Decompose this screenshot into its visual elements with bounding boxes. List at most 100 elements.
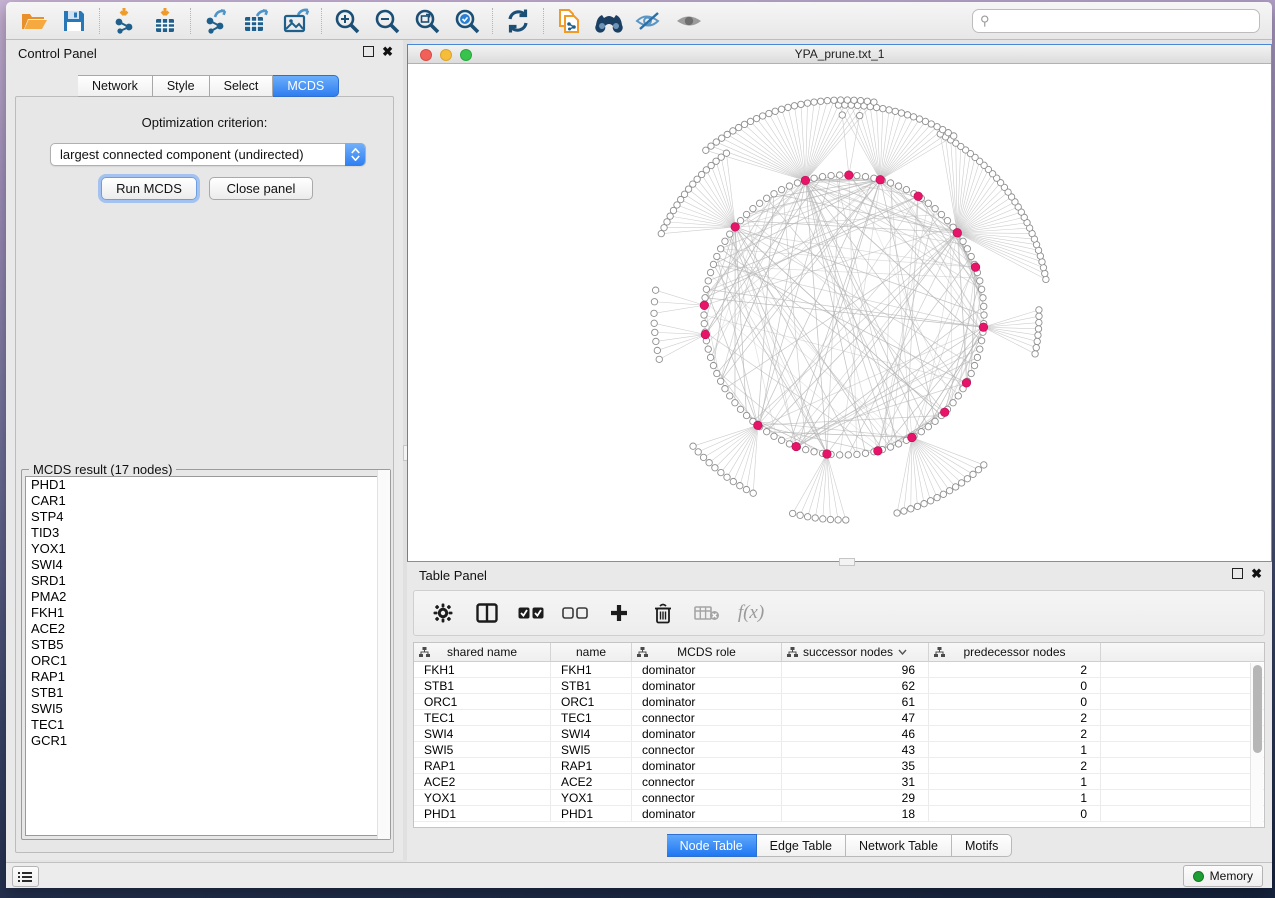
mcds-hub-node[interactable] [979, 323, 988, 332]
network-leaf-node[interactable] [827, 516, 833, 522]
mcds-hub-node[interactable] [823, 450, 832, 459]
import-table-icon[interactable] [145, 5, 185, 37]
network-node[interactable] [707, 269, 713, 275]
network-leaf-node[interactable] [844, 97, 850, 103]
cell-shared_name[interactable]: ORC1 [414, 694, 551, 709]
table-panel-tab[interactable]: Edge Table [757, 834, 846, 857]
task-history-button[interactable] [12, 866, 39, 887]
maximize-window-icon[interactable] [460, 49, 472, 61]
network-leaf-node[interactable] [747, 118, 753, 124]
cell-mcds_role[interactable]: connector [632, 790, 782, 805]
network-leaf-node[interactable] [661, 225, 667, 231]
network-leaf-node[interactable] [724, 474, 730, 480]
search-input[interactable] [972, 9, 1260, 33]
export-network-icon[interactable] [196, 5, 236, 37]
network-leaf-node[interactable] [871, 99, 877, 105]
network-leaf-node[interactable] [651, 320, 657, 326]
network-leaf-node[interactable] [958, 480, 964, 486]
network-node[interactable] [802, 446, 808, 452]
cell-predecessor_nodes[interactable]: 2 [929, 662, 1101, 677]
mcds-hub-node[interactable] [876, 175, 885, 184]
zoom-fit-icon[interactable] [407, 5, 447, 37]
cell-successor_nodes[interactable]: 43 [782, 742, 929, 757]
cell-shared_name[interactable]: RAP1 [414, 758, 551, 773]
network-leaf-node[interactable] [656, 356, 662, 362]
network-node[interactable] [981, 303, 987, 309]
network-node[interactable] [756, 200, 762, 206]
column-header-successor-nodes[interactable]: successor nodes [782, 643, 929, 661]
mcds-hub-node[interactable] [908, 433, 917, 442]
mcds-result-item[interactable]: TEC1 [26, 717, 386, 733]
network-leaf-node[interactable] [1035, 332, 1041, 338]
network-leaf-node[interactable] [651, 310, 657, 316]
network-view-titlebar[interactable]: YPA_prune.txt_1 [408, 45, 1271, 64]
network-leaf-node[interactable] [797, 512, 803, 518]
network-leaf-node[interactable] [927, 498, 933, 504]
table-panel-tab[interactable]: Node Table [667, 834, 757, 857]
mcds-result-item[interactable]: GCR1 [26, 733, 386, 749]
network-leaf-node[interactable] [706, 459, 712, 465]
network-node[interactable] [707, 354, 713, 360]
network-node[interactable] [786, 183, 792, 189]
network-node[interactable] [925, 424, 931, 430]
close-panel-button[interactable]: Close panel [209, 177, 313, 200]
mcds-result-item[interactable]: YOX1 [26, 541, 386, 557]
network-node[interactable] [732, 400, 738, 406]
cell-mcds_role[interactable]: dominator [632, 806, 782, 821]
network-leaf-node[interactable] [916, 116, 922, 122]
cell-name[interactable]: TEC1 [551, 710, 632, 725]
export-image-icon[interactable] [276, 5, 316, 37]
network-leaf-node[interactable] [753, 115, 759, 121]
network-node[interactable] [828, 172, 834, 178]
network-node[interactable] [968, 253, 974, 259]
mcds-hub-node[interactable] [700, 301, 709, 310]
network-leaf-node[interactable] [1036, 307, 1042, 313]
network-leaf-node[interactable] [703, 147, 709, 153]
network-leaf-node[interactable] [981, 462, 987, 468]
network-leaf-node[interactable] [1033, 344, 1039, 350]
mcds-hub-node[interactable] [845, 171, 854, 180]
network-node[interactable] [794, 180, 800, 186]
network-leaf-node[interactable] [1042, 270, 1048, 276]
network-leaf-node[interactable] [652, 329, 658, 335]
search-field[interactable]: ⚲ [972, 9, 1260, 33]
mcds-list-scrollbar[interactable] [377, 470, 390, 839]
cell-name[interactable]: SWI4 [551, 726, 632, 741]
network-node[interactable] [702, 295, 708, 301]
network-node[interactable] [981, 312, 987, 318]
network-leaf-node[interactable] [798, 101, 804, 107]
cell-predecessor_nodes[interactable]: 2 [929, 710, 1101, 725]
network-node[interactable] [701, 312, 707, 318]
network-node[interactable] [895, 441, 901, 447]
network-leaf-node[interactable] [914, 503, 920, 509]
network-node[interactable] [722, 238, 728, 244]
network-node[interactable] [964, 246, 970, 252]
network-node[interactable] [955, 393, 961, 399]
zoom-selected-icon[interactable] [447, 5, 487, 37]
import-network-icon[interactable] [105, 5, 145, 37]
table-row[interactable]: SWI4SWI4dominator462 [414, 726, 1264, 742]
network-node[interactable] [950, 400, 956, 406]
network-leaf-node[interactable] [892, 108, 898, 114]
cell-predecessor_nodes[interactable]: 0 [929, 678, 1101, 693]
mcds-result-list[interactable]: PHD1CAR1STP4TID3YOX1SWI4SRD1PMA2FKH1ACE2… [25, 476, 387, 836]
cell-name[interactable]: FKH1 [551, 662, 632, 677]
control-panel-tab[interactable]: Network [78, 75, 153, 97]
cell-successor_nodes[interactable]: 47 [782, 710, 929, 725]
table-row[interactable]: SWI5SWI5connector431 [414, 742, 1264, 758]
network-node[interactable] [918, 429, 924, 435]
cell-mcds_role[interactable]: dominator [632, 726, 782, 741]
cell-shared_name[interactable]: SWI5 [414, 742, 551, 757]
mcds-hub-node[interactable] [971, 263, 980, 272]
refresh-view-icon[interactable] [498, 5, 538, 37]
network-leaf-node[interactable] [766, 110, 772, 116]
network-node[interactable] [705, 278, 711, 284]
network-leaf-node[interactable] [946, 488, 952, 494]
settings-gear-icon[interactable] [430, 598, 456, 628]
network-node[interactable] [932, 205, 938, 211]
network-leaf-node[interactable] [857, 97, 863, 103]
network-node[interactable] [771, 433, 777, 439]
network-leaf-node[interactable] [843, 517, 849, 523]
network-node[interactable] [836, 452, 842, 458]
cell-successor_nodes[interactable]: 61 [782, 694, 929, 709]
